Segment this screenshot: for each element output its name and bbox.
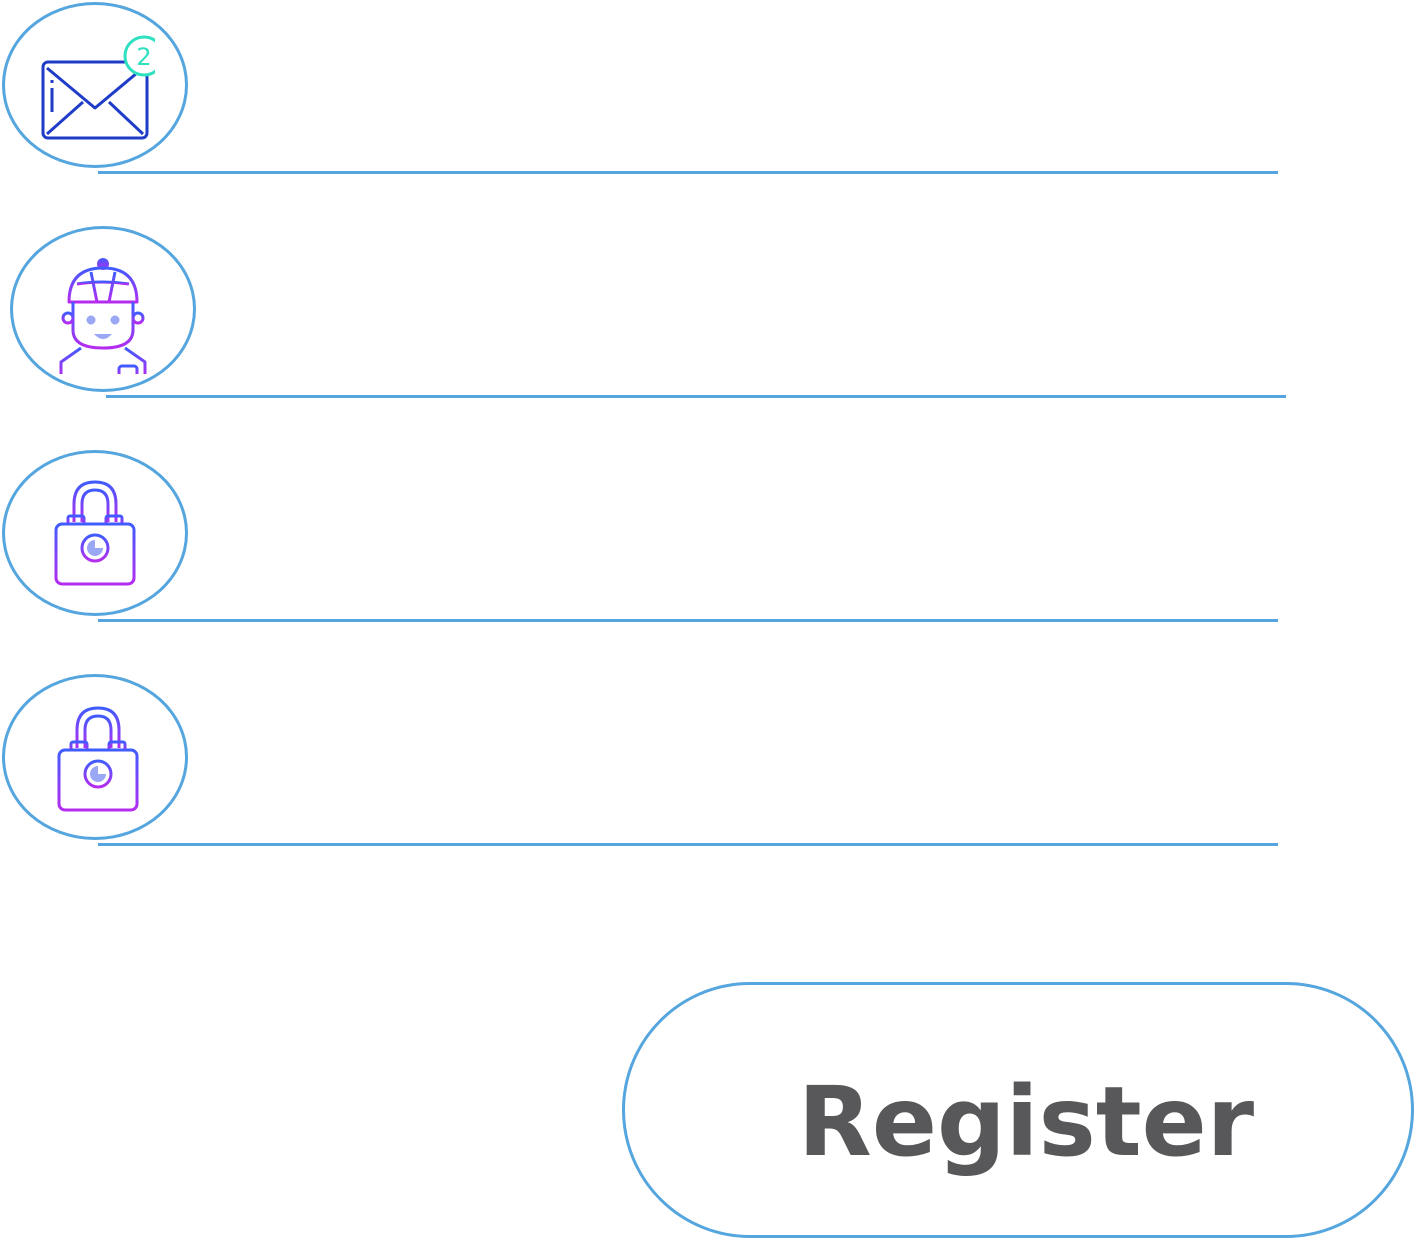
confirm-password-underline <box>98 843 1278 846</box>
user-avatar-icon <box>59 258 147 374</box>
username-field[interactable] <box>238 324 1282 386</box>
password-icon-circle <box>2 450 188 616</box>
password-field-row <box>0 448 1300 628</box>
email-field[interactable] <box>230 100 1274 162</box>
register-button[interactable]: Register <box>622 982 1414 1238</box>
padlock-icon <box>54 480 136 586</box>
confirm-password-field[interactable] <box>230 772 1274 834</box>
email-field-row: 2 <box>0 0 1300 180</box>
padlock-icon <box>57 706 139 812</box>
confirm-password-icon-circle <box>2 674 188 840</box>
password-underline <box>98 619 1278 622</box>
envelope-icon: 2 <box>41 35 155 140</box>
username-field-row <box>0 224 1300 404</box>
confirm-password-field-row <box>0 672 1300 852</box>
email-icon-circle: 2 <box>2 2 188 168</box>
username-underline <box>106 395 1286 398</box>
register-button-label: Register <box>797 1066 1255 1178</box>
email-underline <box>98 171 1278 174</box>
badge-count: 2 <box>136 43 151 71</box>
password-field[interactable] <box>230 548 1274 610</box>
username-icon-circle <box>10 226 196 392</box>
